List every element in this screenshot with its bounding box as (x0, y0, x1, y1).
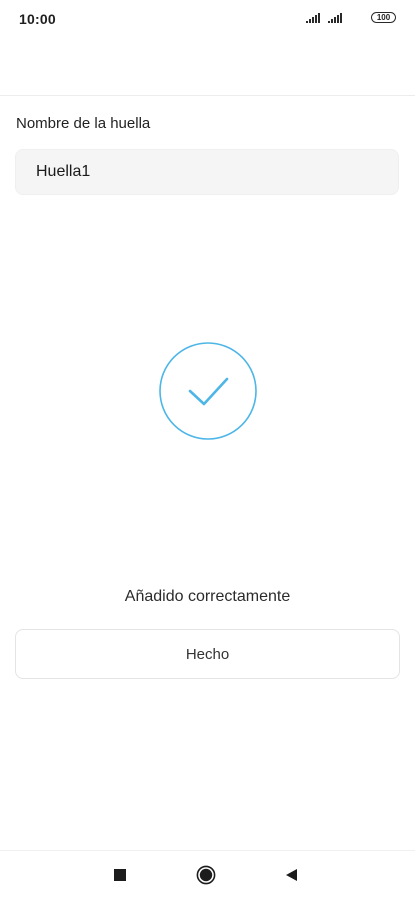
success-message: Añadido correctamente (124, 588, 291, 605)
battery-icon: 100 (371, 12, 396, 23)
done-button[interactable]: Hecho (15, 629, 400, 679)
battery-level: 100 (376, 13, 391, 22)
recent-apps-icon[interactable] (114, 869, 126, 881)
signal-icon (328, 13, 342, 23)
checkmark-circle-icon (159, 342, 257, 440)
signal-icon (306, 13, 320, 23)
home-icon[interactable] (196, 865, 216, 885)
fingerprint-name-label: Nombre de la huella (16, 115, 151, 132)
navigation-bar (0, 851, 415, 900)
back-icon[interactable] (285, 868, 299, 882)
fingerprint-name-input[interactable] (15, 149, 399, 195)
status-bar: 10:00 100 (0, 0, 415, 38)
header-divider (0, 95, 415, 96)
status-time: 10:00 (19, 11, 56, 27)
